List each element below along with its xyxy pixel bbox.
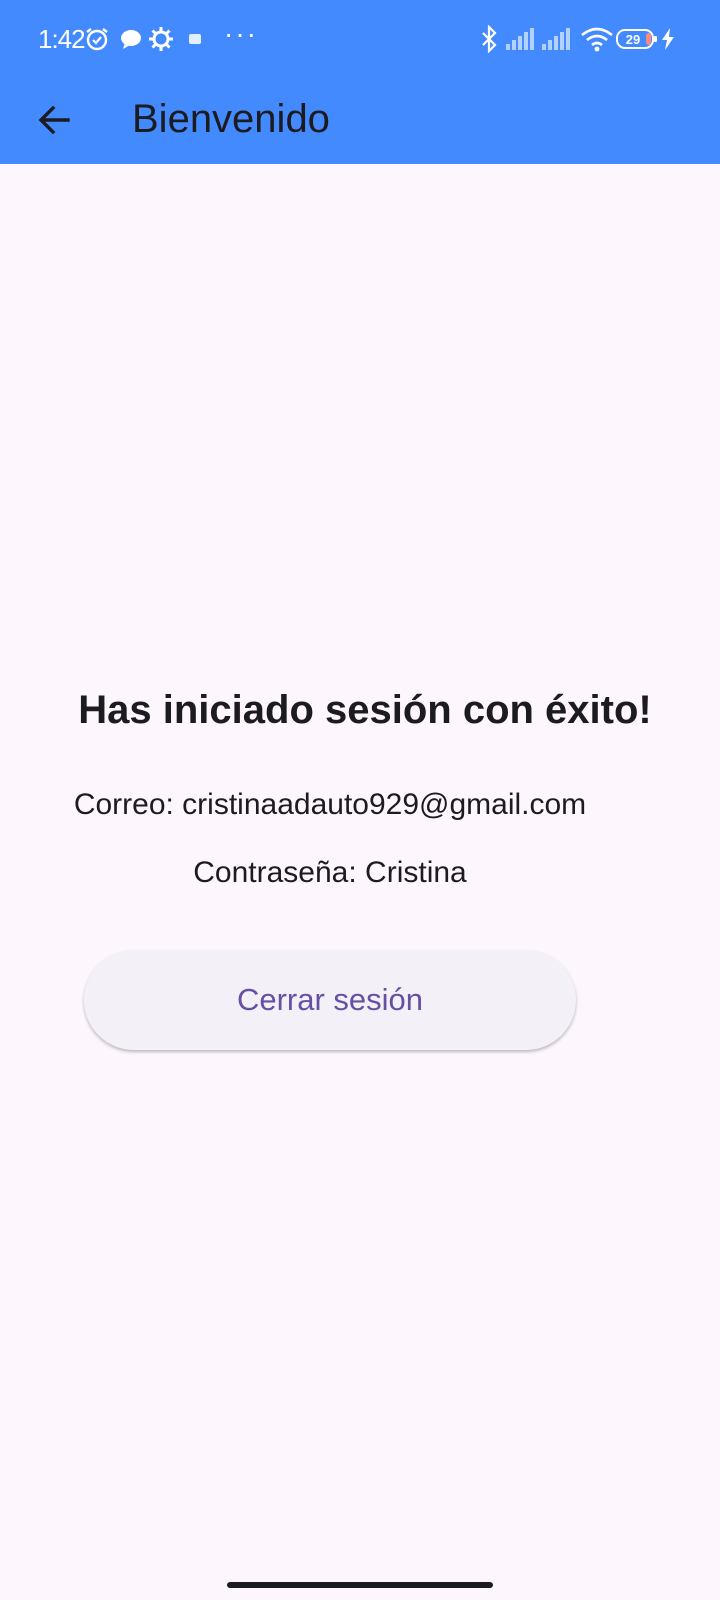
bluetooth-icon [476,25,502,53]
app-notification-icon [182,26,208,52]
battery-level: 29 [626,32,640,47]
email-text: Correo: cristinaadauto929@gmail.com [73,788,587,821]
home-indicator[interactable] [227,1582,493,1588]
wifi-icon [580,26,614,52]
gear-icon [148,26,174,52]
success-headline: Has iniciado sesión con éxito! [78,688,652,732]
main-content: Has iniciado sesión con éxito! Correo: c… [0,164,720,1564]
page-title: Bienvenido [132,97,330,141]
battery-icon: 29 [616,26,658,52]
alarm-icon [84,26,110,52]
status-time: 1:42 [38,24,86,54]
signal-icon [542,26,572,52]
arrow-back-icon [38,105,70,135]
signal-icon [506,26,536,52]
password-text: Contraseña: Cristina [193,856,467,889]
logout-button[interactable]: Cerrar sesión [84,950,576,1050]
more-notifications-icon: ··· [224,18,258,49]
status-bar: 1:42 ··· 29 [0,0,720,76]
app-bar: Bienvenido [0,76,720,164]
chat-bubble-icon [118,26,144,52]
charging-bolt-icon [660,26,676,52]
back-button[interactable] [26,92,82,148]
app-screen: 1:42 ··· 29 Bienvenido Has iniciado sesi… [0,0,720,1600]
